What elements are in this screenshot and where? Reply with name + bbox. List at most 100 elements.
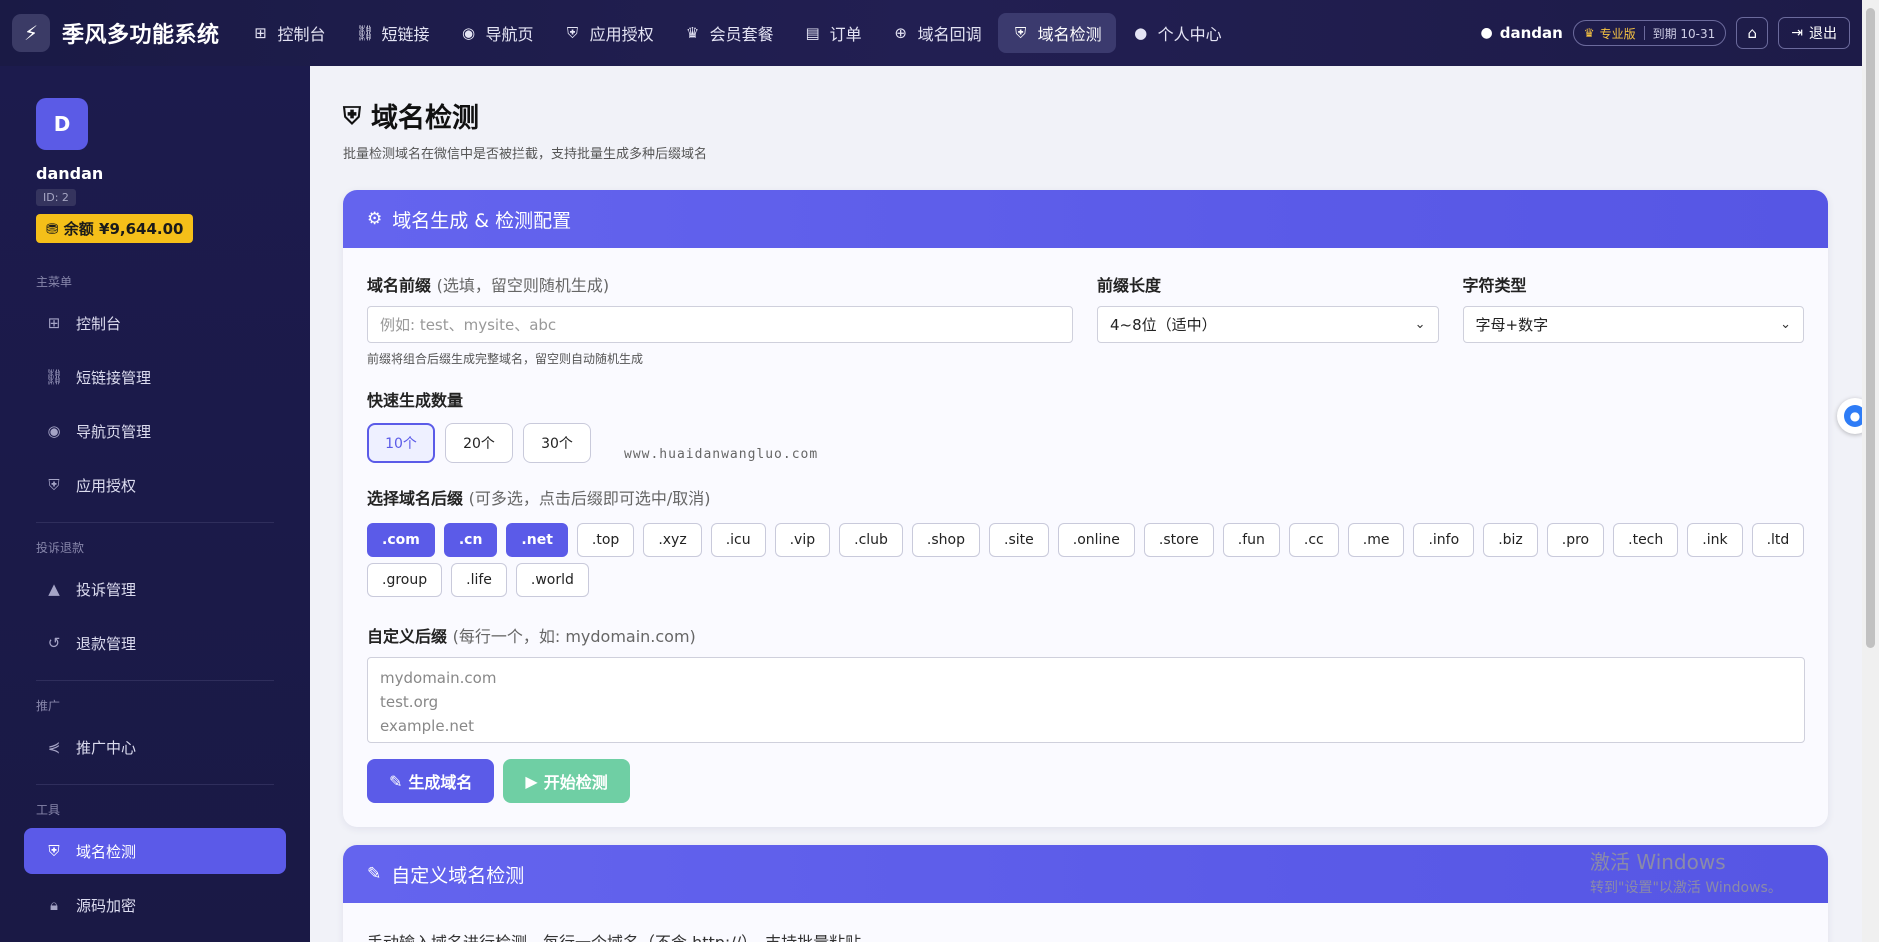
- sidebar-item-navpage[interactable]: ◉ 导航页管理: [24, 408, 286, 454]
- qty-button[interactable]: 30个: [523, 423, 591, 463]
- suffix-chip[interactable]: .top: [576, 523, 635, 557]
- suffix-chip[interactable]: .vip: [774, 523, 831, 557]
- suffix-chip[interactable]: .site: [989, 523, 1049, 557]
- suffix-chip[interactable]: .group: [367, 563, 443, 597]
- undo-icon: ↺: [47, 634, 61, 652]
- length-label: 前缀长度: [1096, 276, 1161, 295]
- sidebar-item-dashboard[interactable]: ⊞ 控制台: [24, 300, 286, 346]
- chartype-value: 字母+数字: [1475, 316, 1549, 334]
- grid-icon: ⊞: [254, 24, 267, 42]
- prefix-note: 前缀将组合后缀生成完整域名，留空则自动随机生成: [367, 352, 644, 366]
- crown-icon: ♛: [1583, 26, 1595, 40]
- sidebar-item-domain-check[interactable]: ⛨ 域名检测: [24, 828, 286, 874]
- suffix-chip[interactable]: .pro: [1546, 523, 1605, 557]
- main-content: ⛨ 域名检测 批量检测域名在微信中是否被拦截，支持批量生成多种后缀域名 ⚙ 域名生成…: [310, 66, 1862, 942]
- placeholder-line: mydomain.com: [380, 669, 497, 687]
- nav-label: 应用授权: [589, 25, 654, 44]
- suffix-chip[interactable]: .cn: [443, 523, 498, 557]
- suffix-chip[interactable]: .club: [839, 523, 903, 557]
- nav-item-membership[interactable]: ♛ 会员套餐: [670, 13, 788, 53]
- plan-badge: ♛ 专业版 到期 10-31: [1572, 20, 1727, 46]
- qty-button[interactable]: 10个: [367, 423, 435, 463]
- sidebar-section-title: 投诉退款: [36, 541, 85, 555]
- brand-name: 季风多功能系统: [62, 23, 220, 48]
- chartype-label: 字符类型: [1462, 276, 1527, 295]
- suffix-chip[interactable]: .xyz: [643, 523, 702, 557]
- custom-hint: (每行一个，如: mydomain.com): [452, 627, 696, 646]
- nav-label: 导航页: [485, 25, 534, 44]
- scrollbar-thumb[interactable]: [1866, 8, 1875, 648]
- suffix-label-text: 选择域名后缀: [367, 489, 464, 508]
- sidebar-username: dandan: [36, 164, 104, 183]
- nav-item-shortlink[interactable]: ⛓ 短链接: [342, 13, 444, 53]
- nav-item-app-auth[interactable]: ⛨ 应用授权: [550, 13, 668, 53]
- suffix-chip[interactable]: .icu: [710, 523, 766, 557]
- sidebar-section-title: 工具: [36, 803, 61, 817]
- nav-label: 控制台: [277, 25, 326, 44]
- suffix-chip[interactable]: .fun: [1222, 523, 1280, 557]
- suffix-chip[interactable]: .tech: [1613, 523, 1679, 557]
- suffix-list: .com .cn .net .top .xyz .icu .vip .club .shop .si…: [367, 523, 1817, 603]
- windows-activation-notice: 激活 Windows 转到"设置"以激活 Windows。: [1590, 846, 1782, 897]
- suffix-chip[interactable]: .me: [1347, 523, 1405, 557]
- suffix-chip[interactable]: .life: [451, 563, 507, 597]
- sidebar-item-shortlink[interactable]: ⛓ 短链接管理: [24, 354, 286, 400]
- sidebar-section-title: 主菜单: [36, 275, 73, 289]
- nav-item-navpage[interactable]: ◉ 导航页: [446, 13, 548, 53]
- nav-item-profile[interactable]: ● 个人中心: [1118, 13, 1236, 53]
- page-title-text: 域名检测: [371, 103, 479, 134]
- nav-item-dashboard[interactable]: ⊞ 控制台: [238, 13, 340, 53]
- pencil-icon: ✎: [367, 864, 382, 884]
- suffix-chip[interactable]: .biz: [1483, 523, 1538, 557]
- suffix-chip[interactable]: .net: [506, 523, 568, 557]
- prefix-input[interactable]: 例如: test、mysite、abc: [367, 306, 1073, 343]
- suffix-chip[interactable]: .cc: [1288, 523, 1339, 557]
- nav-item-domain-check[interactable]: ⛨ 域名检测: [997, 13, 1116, 53]
- generate-domains-button[interactable]: ✎ 生成域名: [367, 759, 495, 803]
- chevron-down-icon: ⌄: [1780, 317, 1792, 332]
- sidebar-item-code-encrypt[interactable]: 🔒︎ 源码加密: [24, 882, 286, 928]
- start-check-button[interactable]: ▶ 开始检测: [503, 759, 630, 803]
- plan-name: 专业版: [1599, 26, 1636, 41]
- warning-icon: ▲: [48, 580, 60, 598]
- sidebar-item-label: 控制台: [76, 314, 122, 333]
- page-title: ⛨ 域名检测: [343, 96, 1828, 135]
- suffix-chip[interactable]: .world: [515, 563, 589, 597]
- nav-item-domain-callback[interactable]: ⊕ 域名回调: [878, 13, 996, 53]
- suffix-chip[interactable]: .ink: [1687, 523, 1743, 557]
- suffix-chip[interactable]: .online: [1057, 523, 1135, 557]
- crown-icon: ♛: [685, 24, 700, 42]
- sidebar: D dandan ID: 2 ⛃ 余额 ¥9,644.00 主菜单 ⊞ 控制台 ⛓…: [0, 66, 310, 942]
- suffix-chip[interactable]: .ltd: [1751, 523, 1805, 557]
- sidebar-item-app-auth[interactable]: ⛨ 应用授权: [24, 462, 286, 508]
- pencil-icon: ✎: [389, 771, 403, 791]
- suffix-chip[interactable]: .shop: [911, 523, 980, 557]
- avatar[interactable]: D: [36, 98, 88, 150]
- sidebar-item-label: 导航页管理: [76, 422, 152, 441]
- shield-icon: ⛨: [343, 101, 361, 130]
- suffix-chip[interactable]: .com: [367, 523, 435, 557]
- brand[interactable]: ⚡ 季风多功能系统: [12, 14, 220, 52]
- page-scrollbar[interactable]: [1862, 0, 1879, 942]
- suffix-chip[interactable]: .store: [1143, 523, 1214, 557]
- user-circle-icon: ●: [1480, 25, 1493, 41]
- qty-button[interactable]: 20个: [445, 423, 513, 463]
- divider: [36, 522, 274, 523]
- globe-icon: ⊕: [894, 24, 907, 42]
- sidebar-item-promotion[interactable]: ⋞ 推广中心: [24, 724, 286, 770]
- sidebar-item-refunds[interactable]: ↺ 退款管理: [24, 620, 286, 666]
- sidebar-item-complaints[interactable]: ▲ 投诉管理: [24, 566, 286, 612]
- user-menu[interactable]: ● dandan: [1481, 24, 1563, 42]
- home-button[interactable]: ⌂: [1736, 17, 1769, 49]
- compass-icon: ◉: [47, 422, 61, 440]
- nav-item-orders[interactable]: ▤ 订单: [790, 13, 876, 53]
- suffix-chip[interactable]: .info: [1413, 523, 1475, 557]
- qty-options: 10个 20个 30个: [367, 423, 1804, 463]
- chartype-select[interactable]: 字母+数字 ⌄: [1462, 306, 1805, 343]
- user-icon: ●: [1134, 24, 1148, 42]
- custom-suffix-textarea[interactable]: mydomain.com test.org example.net: [367, 657, 1805, 743]
- logout-button[interactable]: ⇥ 退出: [1778, 17, 1850, 49]
- divider: [36, 680, 274, 681]
- bolt-icon: ⚡: [12, 14, 50, 52]
- length-select[interactable]: 4~8位（适中） ⌄: [1096, 306, 1439, 343]
